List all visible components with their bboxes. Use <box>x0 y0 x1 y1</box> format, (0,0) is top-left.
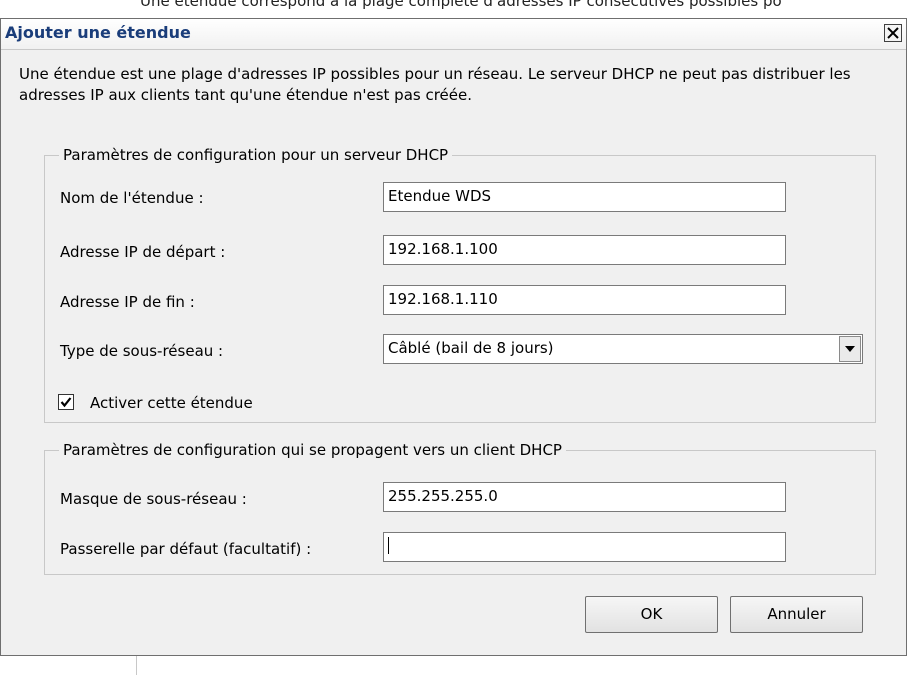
subnet-type-label: Type de sous-réseau : <box>60 342 224 360</box>
activate-scope-label[interactable]: Activer cette étendue <box>90 394 253 412</box>
cancel-button[interactable]: Annuler <box>730 596 863 633</box>
end-ip-label: Adresse IP de fin : <box>60 293 195 311</box>
start-ip-label: Adresse IP de départ : <box>60 243 226 261</box>
checkmark-icon <box>60 397 72 408</box>
server-config-legend: Paramètres de configuration pour un serv… <box>59 146 453 164</box>
close-icon <box>887 27 899 39</box>
ok-button[interactable]: OK <box>585 596 718 633</box>
dialog-description: Une étendue est une plage d'adresses IP … <box>19 65 851 104</box>
scope-name-label: Nom de l'étendue : <box>60 189 204 207</box>
background-divider <box>136 655 137 675</box>
close-button[interactable] <box>884 24 902 42</box>
subnet-type-select[interactable]: Câblé (bail de 8 jours) <box>383 334 863 364</box>
subnet-type-value: Câblé (bail de 8 jours) <box>388 339 554 357</box>
activate-scope-checkbox[interactable] <box>58 394 74 410</box>
client-config-legend: Paramètres de configuration qui se propa… <box>59 441 566 459</box>
start-ip-input[interactable]: 192.168.1.100 <box>383 235 786 265</box>
chevron-down-icon <box>845 346 855 352</box>
subnet-mask-input[interactable]: 255.255.255.0 <box>383 482 786 512</box>
default-gateway-label: Passerelle par défaut (facultatif) : <box>60 540 312 558</box>
scope-name-input[interactable]: Etendue WDS <box>383 182 786 212</box>
dialog-titlebar[interactable]: Ajouter une étendue <box>1 19 906 50</box>
end-ip-input[interactable]: 192.168.1.110 <box>383 285 786 315</box>
background-description-text: Une étendue correspond à la plage complè… <box>140 0 782 10</box>
subnet-mask-label: Masque de sous-réseau : <box>60 490 247 508</box>
subnet-type-dropdown-button[interactable] <box>839 336 861 362</box>
default-gateway-input[interactable] <box>383 532 786 562</box>
dialog-title: Ajouter une étendue <box>5 23 191 42</box>
